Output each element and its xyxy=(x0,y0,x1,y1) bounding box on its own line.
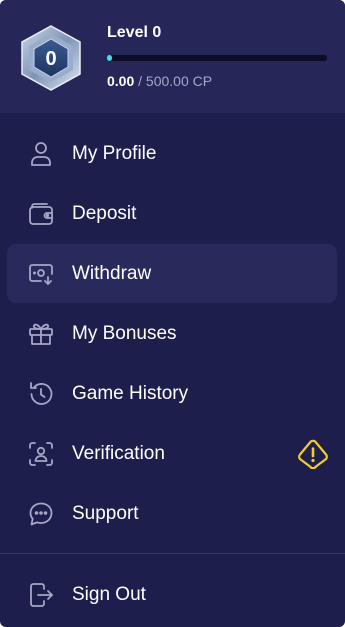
menu-item-deposit[interactable]: Deposit xyxy=(0,184,345,244)
menu-item-withdraw[interactable]: Withdraw xyxy=(0,244,345,304)
menu-item-label: Game History xyxy=(72,383,189,404)
points-separator: / xyxy=(134,73,146,89)
menu-item-label: My Profile xyxy=(72,143,157,164)
menu-item-game-history[interactable]: Game History xyxy=(0,364,345,424)
points-readout: 0.00 / 500.00 CP xyxy=(107,73,212,89)
account-menu-panel: 0 Level 0 0.00 / 500.00 CP My Profile De… xyxy=(0,0,345,627)
cash-withdraw-icon xyxy=(27,260,55,288)
menu-item-label: Deposit xyxy=(72,203,137,224)
menu-item-label: Verification xyxy=(72,443,165,464)
level-progress-marker xyxy=(107,55,112,61)
menu-item-label: My Bonuses xyxy=(72,323,177,344)
sign-out-button[interactable]: Sign Out xyxy=(0,565,345,625)
sign-out-label: Sign Out xyxy=(72,584,146,605)
level-progress-bar xyxy=(107,55,327,61)
menu-item-my-bonuses[interactable]: My Bonuses xyxy=(0,304,345,364)
max-points: 500.00 CP xyxy=(145,73,213,89)
menu-divider xyxy=(0,553,345,554)
menu-item-my-profile[interactable]: My Profile xyxy=(0,124,345,184)
wallet-icon xyxy=(27,200,55,228)
current-points: 0.00 xyxy=(107,73,135,89)
active-item-highlight xyxy=(7,244,337,303)
level-badge-icon: 0 xyxy=(19,24,83,92)
menu-item-support[interactable]: Support xyxy=(0,484,345,544)
chat-icon xyxy=(27,500,55,528)
id-scan-icon xyxy=(27,440,55,468)
user-icon xyxy=(27,140,55,168)
menu-item-label: Support xyxy=(72,503,139,524)
level-badge-number: 0 xyxy=(45,48,56,70)
menu-item-verification[interactable]: Verification xyxy=(0,424,345,484)
level-title: Level 0 xyxy=(107,24,162,41)
warning-icon xyxy=(297,439,329,469)
gift-icon xyxy=(27,320,55,348)
history-icon xyxy=(27,380,55,408)
menu-list: My Profile Deposit Withdraw My Bonuses G… xyxy=(0,124,345,544)
sign-out-icon xyxy=(27,581,55,609)
level-header: 0 Level 0 0.00 / 500.00 CP xyxy=(0,0,345,113)
menu-item-label: Withdraw xyxy=(72,263,152,284)
